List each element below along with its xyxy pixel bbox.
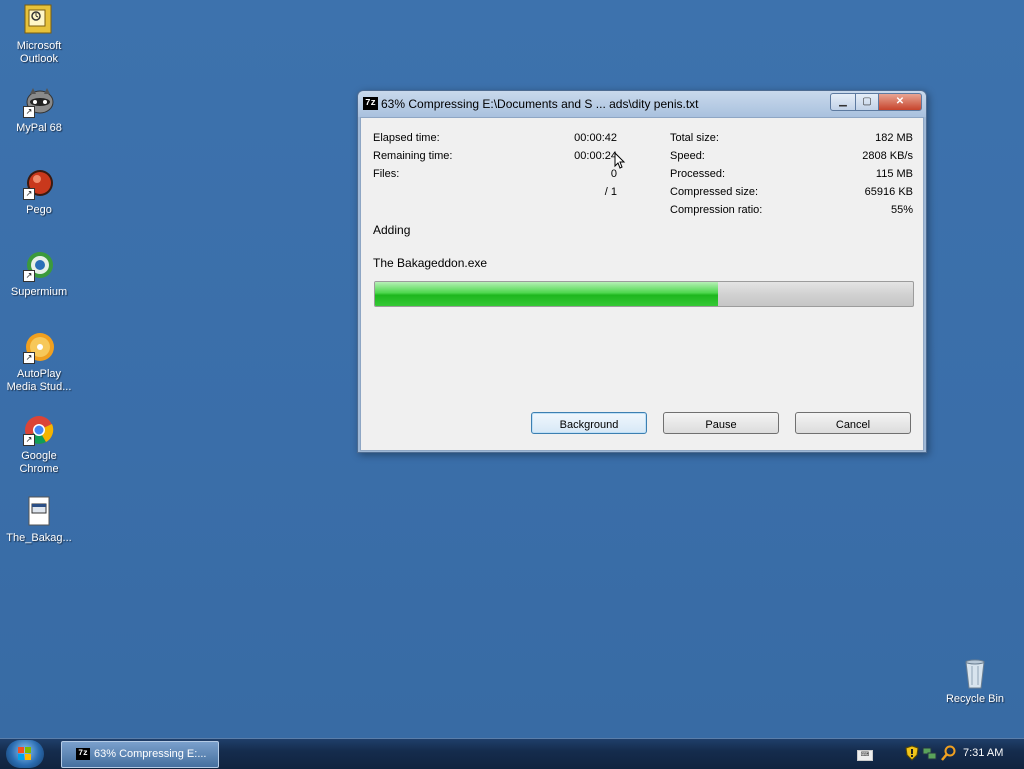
speed-label: Speed:	[670, 150, 705, 162]
speed-value: 2808 KB/s	[862, 150, 913, 162]
7zip-app-icon: 7z	[363, 97, 378, 110]
remaining-time-label: Remaining time:	[373, 150, 453, 162]
desktop-icon-label: The_Bakag...	[6, 532, 72, 544]
shortcut-arrow-icon: ↗	[23, 188, 35, 200]
current-file-name: The Bakageddon.exe	[373, 256, 488, 270]
processed-value: 115 MB	[875, 168, 913, 180]
network-icon[interactable]	[922, 745, 938, 761]
mouse-cursor-icon	[614, 152, 626, 169]
shortcut-arrow-icon: ↗	[23, 352, 35, 364]
desktop-icon-label: Supermium	[10, 286, 68, 298]
autoplay-disc-icon: ↗	[23, 332, 55, 364]
desktop-icon-label: Chrome	[19, 463, 59, 475]
windows-logo-icon	[18, 747, 31, 760]
keyboard-icon[interactable]: ⌨	[857, 750, 873, 761]
progress-bar	[374, 281, 914, 307]
executable-file-icon	[23, 496, 55, 528]
processed-label: Processed:	[670, 168, 726, 180]
desktop-icon-recycle-bin[interactable]: Recycle Bin	[936, 657, 1014, 706]
desktop-icon-label: Recycle Bin	[945, 693, 1005, 705]
chrome-icon: ↗	[23, 414, 55, 446]
total-size-label: Total size:	[670, 132, 719, 144]
security-shield-icon[interactable]	[904, 745, 920, 761]
progress-bar-fill	[375, 282, 718, 306]
window-title: 63% Compressing E:\Documents and S ... a…	[381, 97, 699, 111]
pause-button[interactable]: Pause	[663, 412, 779, 434]
desktop-icon-supermium[interactable]: ↗ Supermium	[0, 250, 78, 299]
cancel-button[interactable]: Cancel	[795, 412, 911, 434]
desktop-icon-mypal[interactable]: ↗ MyPal 68	[0, 86, 78, 135]
desktop-icon-bakageddon[interactable]: The_Bakag...	[0, 496, 78, 545]
window-client-area: Elapsed time: 00:00:42 Remaining time: 0…	[360, 117, 924, 451]
desktop-icon-outlook[interactable]: Microsoft Outlook	[0, 4, 78, 66]
7zip-app-icon: 7z	[76, 748, 90, 761]
start-button[interactable]	[6, 740, 44, 768]
compression-ratio-label: Compression ratio:	[670, 204, 763, 216]
elapsed-time-value: 00:00:42	[574, 132, 617, 144]
window-titlebar[interactable]: 7z 63% Compressing E:\Documents and S ..…	[358, 91, 926, 117]
total-size-value: 182 MB	[875, 132, 913, 144]
shortcut-arrow-icon: ↗	[23, 106, 35, 118]
compress-progress-window: 7z 63% Compressing E:\Documents and S ..…	[357, 90, 927, 453]
background-button[interactable]: Background	[531, 412, 647, 434]
files-total-value: / 1	[604, 186, 617, 198]
pego-icon: ↗	[23, 168, 55, 200]
desktop-icon-pego[interactable]: ↗ Pego	[0, 168, 78, 217]
desktop-icon-label: Google	[21, 450, 57, 462]
compressed-size-value: 65916 KB	[864, 186, 913, 198]
desktop-icon-label: Microsoft	[16, 40, 62, 52]
shortcut-arrow-icon: ↗	[23, 270, 35, 282]
taskbar-item-label: 63% Compressing E:...	[94, 748, 207, 760]
minimize-button[interactable]: ▁	[830, 93, 856, 111]
operation-status: Adding	[373, 223, 411, 237]
desktop: Microsoft Outlook ↗ MyPal 68 ↗ Pego ↗ Su…	[0, 0, 1024, 738]
taskbar: 7z 63% Compressing E:... ⌨ 7:31 AM	[0, 738, 1024, 769]
desktop-icon-label: AutoPlay	[16, 368, 62, 380]
elapsed-time-label: Elapsed time:	[373, 132, 440, 144]
compression-ratio-value: 55%	[890, 204, 913, 216]
outlook-icon	[23, 4, 55, 36]
compressed-size-label: Compressed size:	[670, 186, 759, 198]
files-value: 0	[610, 168, 617, 180]
desktop-icon-chrome[interactable]: ↗ Google Chrome	[0, 414, 78, 476]
taskbar-item-7zip[interactable]: 7z 63% Compressing E:...	[61, 741, 219, 768]
shortcut-arrow-icon: ↗	[23, 434, 35, 446]
desktop-icon-label: Media Stud...	[6, 381, 72, 393]
system-clock[interactable]: 7:31 AM	[963, 747, 1003, 759]
desktop-icon-label: MyPal 68	[16, 122, 62, 134]
search-icon[interactable]	[941, 745, 957, 761]
raccoon-icon: ↗	[23, 86, 55, 118]
close-button[interactable]: ✕	[878, 93, 922, 111]
recycle-bin-icon	[959, 657, 991, 689]
desktop-icon-autoplay[interactable]: ↗ AutoPlay Media Stud...	[0, 332, 78, 394]
files-label: Files:	[373, 168, 400, 180]
desktop-icon-label: Pego	[26, 204, 52, 216]
remaining-time-value: 00:00:24	[574, 150, 617, 162]
maximize-button[interactable]: ▢	[855, 93, 879, 111]
desktop-icon-label: Outlook	[20, 53, 58, 65]
supermium-icon: ↗	[23, 250, 55, 282]
